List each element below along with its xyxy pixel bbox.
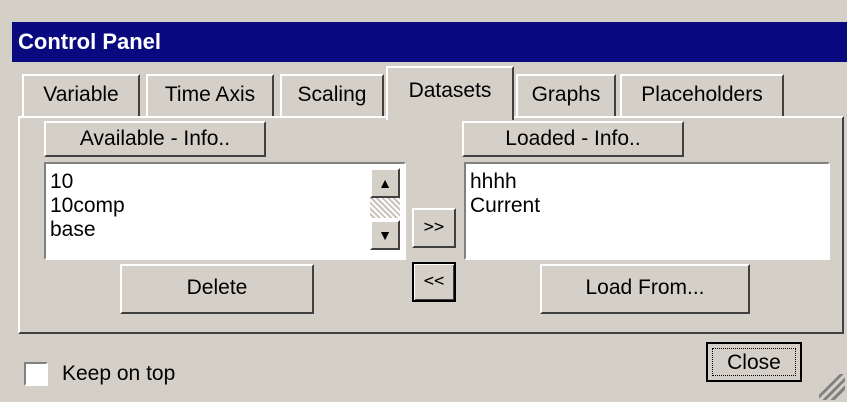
available-info-button[interactable]: Available - Info.. xyxy=(44,121,266,157)
loaded-datasets-list[interactable]: hhhh Current xyxy=(464,162,830,260)
arrow-up-icon: ▲ xyxy=(378,175,392,191)
loaded-info-button[interactable]: Loaded - Info.. xyxy=(462,121,684,157)
remove-from-loaded-button[interactable]: << xyxy=(412,262,456,302)
list-item[interactable]: hhhh xyxy=(470,170,828,194)
keep-on-top-checkbox[interactable] xyxy=(24,362,48,386)
resize-grip-icon[interactable] xyxy=(819,374,845,400)
list-item[interactable]: base xyxy=(50,218,404,242)
arrow-down-icon: ▼ xyxy=(378,227,392,243)
list-item[interactable]: 10 xyxy=(50,170,404,194)
tab-placeholders[interactable]: Placeholders xyxy=(620,74,784,118)
tab-graphs[interactable]: Graphs xyxy=(516,74,616,118)
close-button-label: Close xyxy=(712,348,796,376)
close-button[interactable]: Close xyxy=(706,342,802,382)
tab-datasets[interactable]: Datasets xyxy=(386,66,514,120)
delete-button[interactable]: Delete xyxy=(120,264,314,314)
tab-scaling[interactable]: Scaling xyxy=(280,74,384,118)
control-panel-window: Control Panel Variable Time Axis Scaling… xyxy=(0,0,847,402)
scroll-down-button[interactable]: ▼ xyxy=(370,220,400,250)
keep-on-top-label: Keep on top xyxy=(62,362,176,385)
add-to-loaded-button[interactable]: >> xyxy=(412,208,456,248)
scroll-up-button[interactable]: ▲ xyxy=(370,168,400,198)
list-item[interactable]: 10comp xyxy=(50,194,404,218)
available-datasets-list[interactable]: 10 10comp base xyxy=(44,162,406,260)
tab-variable[interactable]: Variable xyxy=(22,74,140,118)
load-from-button[interactable]: Load From... xyxy=(540,264,750,314)
scrollbar-track[interactable] xyxy=(370,198,400,218)
window-title: Control Panel xyxy=(12,22,847,62)
list-item[interactable]: Current xyxy=(470,194,828,218)
tab-time-axis[interactable]: Time Axis xyxy=(146,74,274,118)
